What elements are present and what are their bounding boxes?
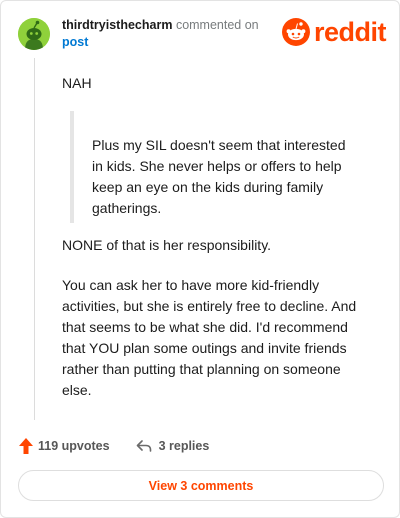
upvote-arrow-icon	[19, 438, 33, 454]
reply-arrow-icon	[136, 440, 151, 452]
comment-footer: 119 upvotes 3 replies	[19, 435, 209, 457]
thread-line	[34, 58, 35, 420]
snoo-avatar-icon	[18, 18, 50, 50]
reddit-logo[interactable]: reddit	[282, 17, 387, 47]
username-link[interactable]: thirdtryisthecharm	[62, 18, 172, 32]
reddit-wordmark: reddit	[313, 17, 387, 47]
user-avatar[interactable]	[18, 18, 50, 50]
upvote-button[interactable]: 119 upvotes	[19, 438, 110, 454]
comment-card: thirdtryisthecharm commented on post red…	[0, 0, 400, 518]
comment-paragraph-2: NONE of that is her responsibility.	[62, 237, 272, 253]
blockquote: Plus my SIL doesn't seem that interested…	[70, 111, 362, 223]
comment-opening: NAH	[62, 75, 92, 91]
commented-on-text: commented on	[175, 18, 259, 32]
comment-paragraph-3: You can ask her to have more kid-friendl…	[62, 277, 357, 398]
reply-count: 3 replies	[158, 439, 210, 453]
upvote-count: 119 upvotes	[38, 439, 110, 453]
comment-header: thirdtryisthecharm commented on post	[62, 17, 272, 51]
replies-button[interactable]: 3 replies	[136, 439, 210, 453]
reddit-snoo-icon	[282, 18, 310, 46]
quote-text: Plus my SIL doesn't seem that interested…	[92, 137, 346, 216]
post-link[interactable]: post	[62, 35, 88, 49]
view-comments-button[interactable]: View 3 comments	[18, 470, 384, 501]
